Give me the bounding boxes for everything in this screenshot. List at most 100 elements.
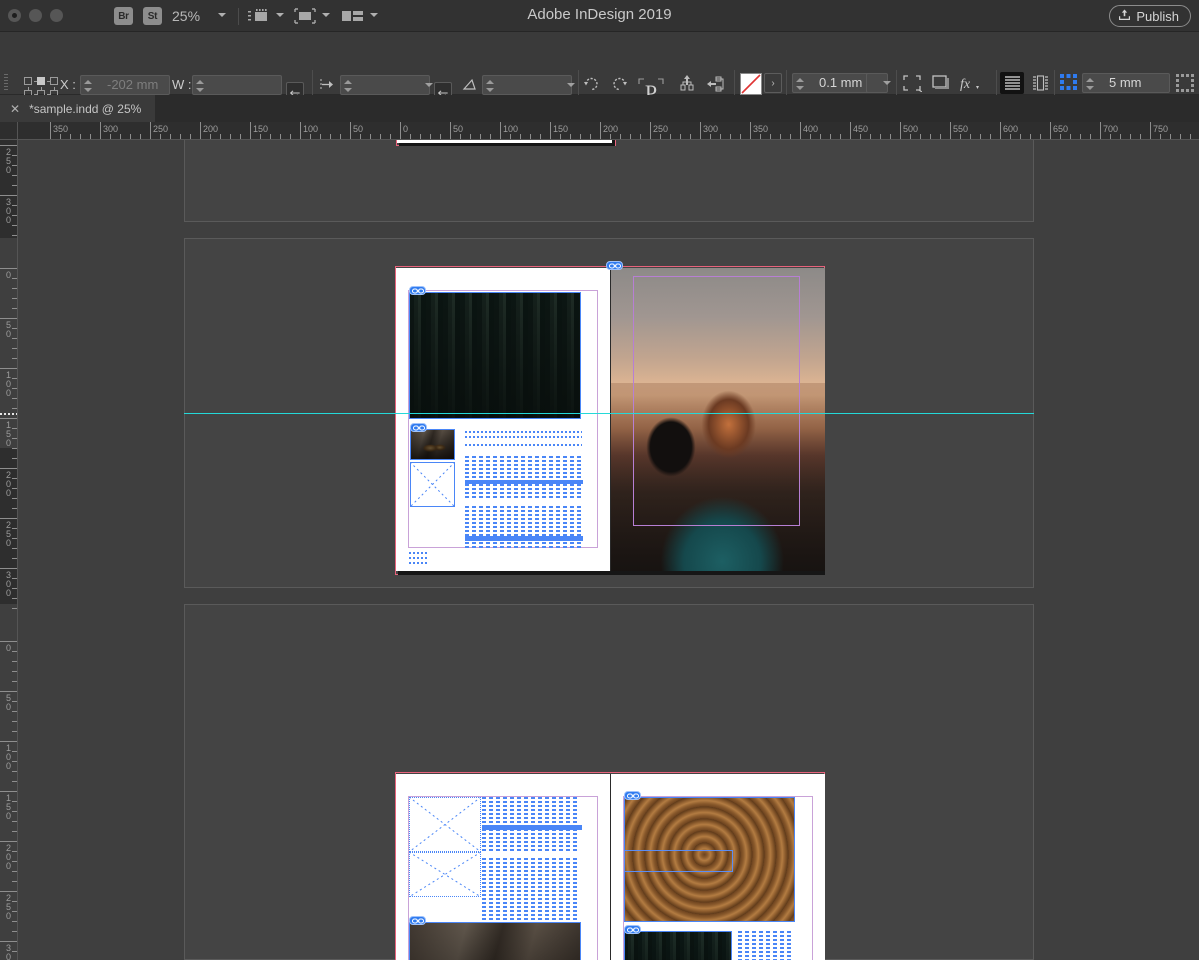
rotation-input[interactable] [482,75,575,95]
link-badge-icon[interactable] [409,916,426,925]
ruler-label: 350 [53,124,69,134]
fill-swatch-dropdown-icon[interactable]: › [764,73,782,93]
text-wrap-bounding-box-icon[interactable] [1028,72,1052,94]
ruler-tick [0,518,17,519]
ruler-label: 300 [5,197,11,225]
spread-top-partial[interactable] [184,140,1034,222]
selected-image-frame[interactable] [633,276,800,526]
ruler-label: 350 [753,124,769,134]
x-input[interactable]: -202 mm [80,75,170,95]
scale-x-input[interactable] [340,75,433,95]
wrap-offset-value: 5 mm [1109,75,1142,90]
ruler-tick [0,691,17,692]
selected-frame[interactable] [624,850,733,872]
spread-bottom[interactable] [184,604,1034,960]
rotation-stepper[interactable] [486,78,495,94]
ruler-tick [750,122,751,139]
guide-marker [0,413,17,415]
drop-shadow-icon[interactable] [930,74,950,97]
w-input[interactable] [192,75,282,95]
page-right[interactable] [611,774,825,960]
link-badge-icon[interactable] [409,286,426,295]
empty-image-frame[interactable] [409,797,481,852]
document-tab[interactable]: ✕ *sample.indd @ 25% [0,95,156,122]
x-label: X : [60,77,76,92]
image-frame [410,429,455,460]
ruler-tick [350,122,351,139]
greeked-text-block[interactable] [465,506,583,548]
wrap-offset-stepper[interactable] [1086,76,1095,92]
page-number-marker[interactable] [409,552,427,566]
ruler-label: 150 [5,420,11,448]
image-frame [409,292,581,419]
ruler-tick [950,122,951,139]
ruler-tick [1050,122,1051,139]
rotate-clockwise-icon[interactable] [583,75,600,97]
ruler-tick [0,568,17,569]
horizontal-ruler[interactable]: 350 300 250 200 150 100 50 0 50 100 150 200 250 300 35… [18,122,1199,140]
document-tab-label: *sample.indd @ 25% [29,101,142,116]
ruler-tick [900,122,901,139]
ruler-tick [850,122,851,139]
page[interactable] [397,140,612,143]
ruler-tick [500,122,501,139]
stroke-weight-value: 0.1 mm [819,75,863,90]
greeked-headline[interactable] [465,431,582,449]
publish-button[interactable]: Publish [1109,5,1191,27]
ruler-label: 150 [553,124,569,134]
empty-image-frame[interactable] [410,462,455,507]
control-bar-grip[interactable] [4,74,8,90]
ruler-label: 50 [453,124,464,134]
greeked-text-block[interactable] [482,858,582,920]
ruler-label: 300 [103,124,119,134]
ruler-label: 100 [5,743,11,771]
greeked-text-block[interactable] [465,456,583,498]
empty-image-frame[interactable] [409,852,481,897]
ruler-origin[interactable] [0,122,18,140]
ruler-label: 200 [603,124,619,134]
stroke-weight-dropdown[interactable] [866,73,891,93]
vertical-ruler[interactable]: 250 300 0 50 100 150 200 250 300 0 50 100 150 200 250 3… [0,140,18,960]
fill-swatch[interactable] [740,73,762,95]
publish-label: Publish [1136,8,1179,24]
indesign-window: Br St 25% Adobe InDesign 2019 Publish X … [0,0,1199,960]
ruler-tick [0,841,17,842]
ruler-label: 100 [503,124,519,134]
page-right[interactable] [611,268,825,571]
x-stepper[interactable] [84,78,93,94]
ruler-tick [100,122,101,139]
effects-fx-icon[interactable]: fx [958,74,980,97]
ruler-label: 700 [1103,124,1119,134]
ruler-label: 300 [5,570,11,598]
link-badge-icon[interactable] [606,261,623,270]
ruler-label: 100 [5,370,11,398]
frame-fitting-icon[interactable] [902,74,923,97]
greeked-text-block[interactable] [738,931,796,960]
ruler-tick [250,122,251,139]
ruler-tick [50,122,51,139]
page-left[interactable] [396,774,610,960]
scale-x-stepper[interactable] [344,78,353,94]
link-badge-icon[interactable] [410,423,427,432]
ruler-label: 150 [253,124,269,134]
greeked-text-block[interactable] [482,797,582,852]
ruler-label: 50 [5,320,11,339]
ruler-label: 600 [1003,124,1019,134]
ruler-label: 0 [403,124,409,134]
ruler-tick [0,268,17,269]
link-badge-icon[interactable] [624,925,641,934]
text-wrap-none-icon[interactable] [1000,72,1024,94]
stroke-weight-stepper[interactable] [796,76,805,92]
ruler-tick [400,122,401,139]
anchored-object-icon [1176,74,1194,97]
rotate-counterclockwise-icon[interactable] [611,75,628,97]
close-icon[interactable]: ✕ [10,102,20,116]
w-stepper[interactable] [196,78,205,94]
ruler-tick [800,122,801,139]
window-title: Adobe InDesign 2019 [527,6,672,23]
page-left[interactable] [396,268,610,571]
link-badge-icon[interactable] [624,791,641,800]
document-canvas[interactable] [18,140,1199,960]
ruler-tick [0,318,17,319]
text-wrap-offset-input[interactable]: 5 mm [1082,73,1170,93]
